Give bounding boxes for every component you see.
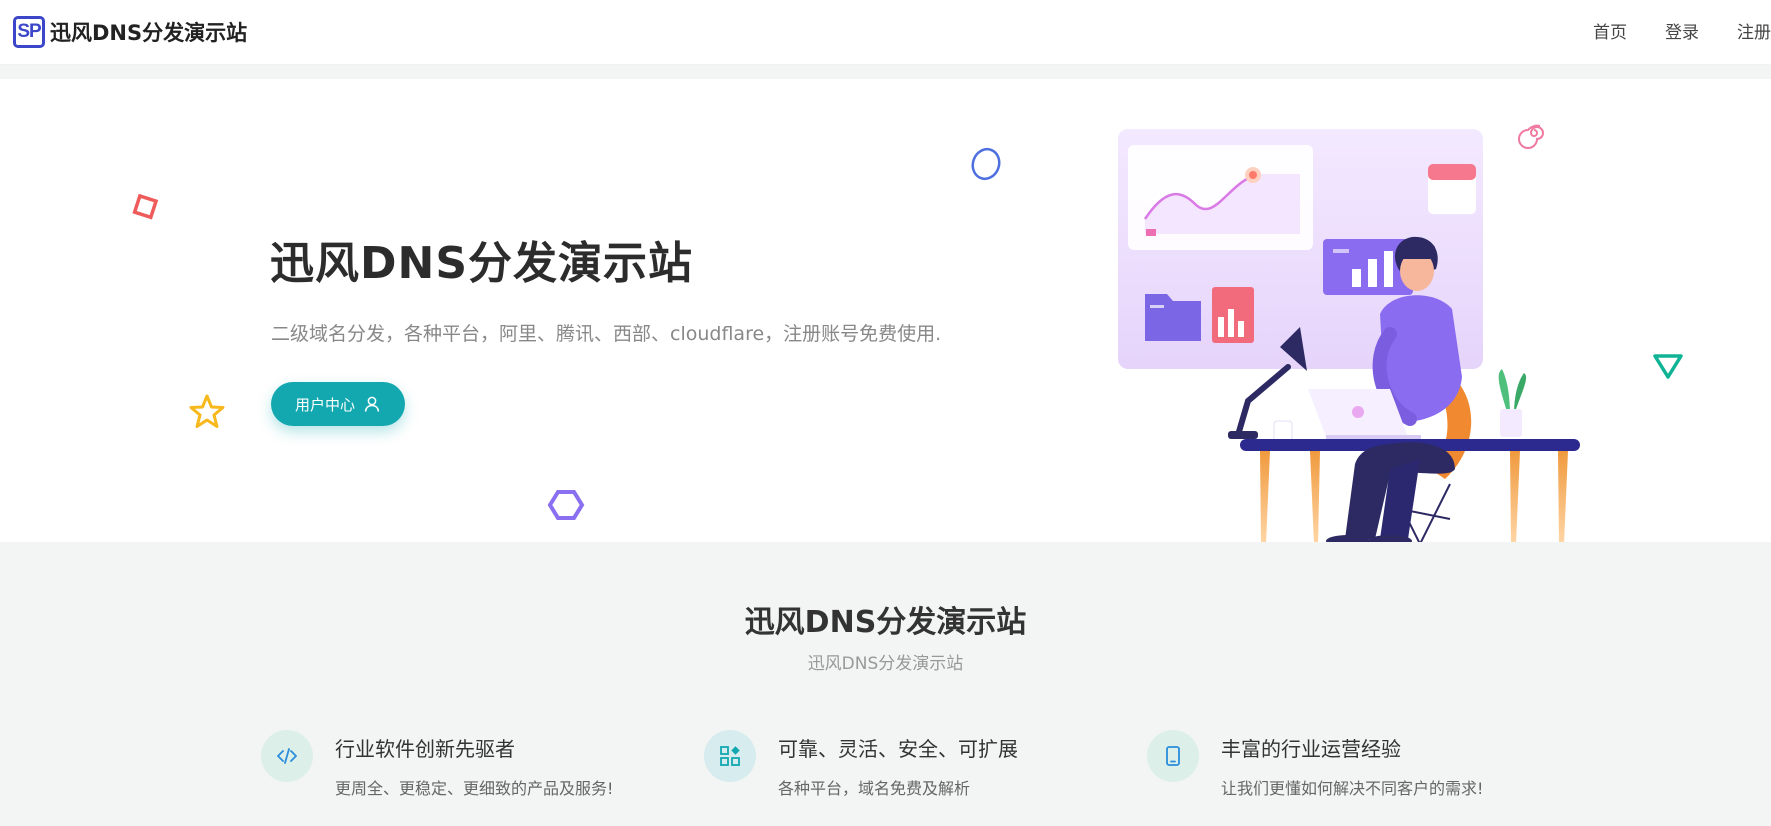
- feature-title: 可靠、灵活、安全、可扩展: [778, 737, 1018, 761]
- feature-description: 让我们更懂如何解决不同客户的需求!: [1221, 779, 1484, 798]
- feature-item: 可靠、灵活、安全、可扩展 各种平台，域名免费及解析: [704, 730, 1124, 810]
- brand[interactable]: SP 迅风DNS分发演示站: [13, 16, 247, 48]
- green-triangle-decoration: [1653, 354, 1683, 379]
- user-center-button[interactable]: 用户中心: [271, 382, 405, 426]
- blue-ring-decoration: [971, 147, 1001, 181]
- feature-item: 丰富的行业运营经验 让我们更懂如何解决不同客户的需求!: [1147, 730, 1567, 810]
- features-section: 迅风DNS分发演示站 迅风DNS分发演示站 行业软件创新先驱者 更周全、更稳定、…: [0, 542, 1771, 826]
- top-navbar: SP 迅风DNS分发演示站 首页 登录 注册: [0, 0, 1771, 65]
- header-divider-strip: [0, 65, 1771, 79]
- feature-description: 更周全、更稳定、更细致的产品及服务!: [335, 779, 614, 798]
- hero-section: 迅风DNS分发演示站 二级域名分发，各种平台，阿里、腾讯、西部、cloudfla…: [0, 79, 1771, 542]
- nav-register-link[interactable]: 注册: [1737, 18, 1771, 43]
- tablet-icon: [1147, 730, 1199, 782]
- site-logo: SP: [13, 16, 45, 48]
- feature-title: 丰富的行业运营经验: [1221, 737, 1401, 761]
- section-subtitle: 迅风DNS分发演示站: [807, 654, 964, 674]
- main-nav: 首页 登录 注册: [1555, 18, 1771, 43]
- feature-item: 行业软件创新先驱者 更周全、更稳定、更细致的产品及服务!: [261, 730, 681, 810]
- apps-icon: [704, 730, 756, 782]
- purple-hexagon-decoration: [547, 490, 585, 520]
- nav-login-link[interactable]: 登录: [1665, 18, 1699, 43]
- feature-title: 行业软件创新先驱者: [335, 737, 515, 761]
- red-square-decoration: [132, 193, 159, 220]
- yellow-star-decoration: [189, 394, 225, 428]
- nav-home-link[interactable]: 首页: [1593, 18, 1627, 43]
- section-title: 迅风DNS分发演示站: [744, 605, 1027, 640]
- feature-description: 各种平台，域名免费及解析: [778, 779, 971, 798]
- hero-description: 二级域名分发，各种平台，阿里、腾讯、西部、cloudflare，注册账号免费使用…: [271, 323, 942, 345]
- user-icon: [364, 396, 380, 412]
- code-icon: [261, 730, 313, 782]
- hero-illustration: [1118, 129, 1580, 542]
- site-name: 迅风DNS分发演示站: [50, 21, 248, 45]
- hero-title: 迅风DNS分发演示站: [270, 238, 694, 289]
- user-center-button-label: 用户中心: [294, 396, 355, 414]
